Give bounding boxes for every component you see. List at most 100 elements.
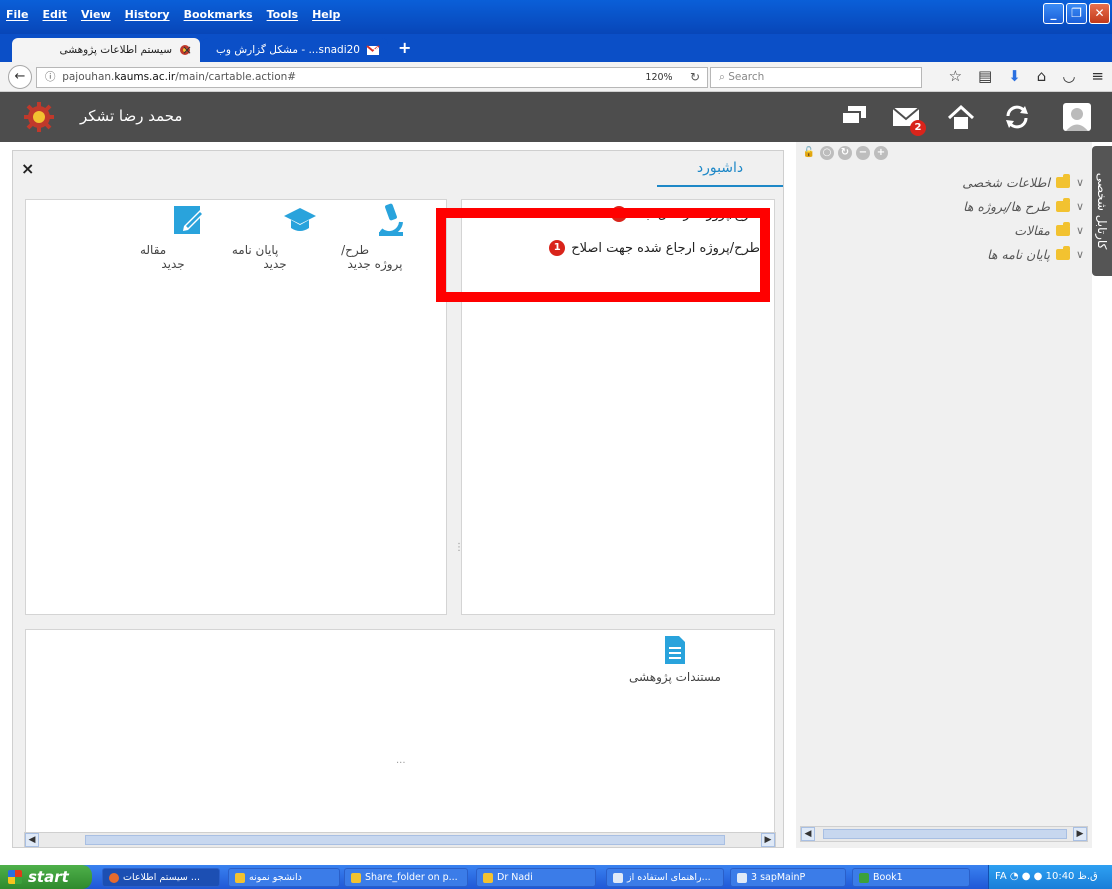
new-project-action[interactable]: طرح/پروژه جدید xyxy=(330,202,420,271)
home-icon[interactable]: ⌂ xyxy=(1037,67,1047,85)
close-tab-icon[interactable]: × xyxy=(182,43,192,57)
sidebar-item-articles[interactable]: ∨ مقالات xyxy=(962,218,1084,242)
graduation-cap-icon xyxy=(284,208,317,231)
minimize-button[interactable]: _ xyxy=(1043,3,1064,24)
word-icon xyxy=(613,872,623,883)
maximize-button[interactable]: ❐ xyxy=(1066,3,1087,24)
folder-icon xyxy=(235,872,245,883)
system-tray: FA ◔ ● ● 10:40 ق.ظ xyxy=(988,865,1112,889)
reading-list-icon[interactable]: ▤ xyxy=(978,67,992,85)
chevron-down-icon[interactable]: ∨ xyxy=(1076,224,1084,237)
folder-icon xyxy=(1055,245,1070,260)
downloads-icon[interactable]: ⬇ xyxy=(1008,67,1021,85)
menu-file[interactable]: File xyxy=(6,8,29,21)
research-documents-link[interactable]: مستندات پژوهشی xyxy=(620,636,730,684)
chevron-down-icon[interactable]: ∨ xyxy=(1076,176,1084,189)
window-group-icon xyxy=(737,872,747,883)
tab-personal-cartable[interactable]: کارتابل شخصی xyxy=(1092,146,1112,276)
expand-icon[interactable]: + xyxy=(874,146,888,160)
scroll-right-icon[interactable]: ▶ xyxy=(761,833,775,847)
sidebar-item-personal-info[interactable]: ∨ اطلاعات شخصی xyxy=(962,170,1084,194)
sidebar-item-projects[interactable]: ∨ طرح ها/پروژه ها xyxy=(962,194,1084,218)
dashboard-hscrollbar[interactable]: ◀ ▶ xyxy=(24,832,776,848)
sidebar-tree: ∨ اطلاعات شخصی ∨ طرح ها/پروژه ها ∨ مقالا… xyxy=(962,170,1084,266)
taskbar-item-student[interactable]: دانشجو نمونه xyxy=(228,868,340,887)
bookmark-star-icon[interactable]: ☆ xyxy=(949,67,962,85)
microscope-icon xyxy=(378,203,403,236)
menu-bookmarks[interactable]: Bookmarks xyxy=(184,8,253,21)
toolbar-icons: ☆ ▤ ⬇ ⌂ ◡ ≡ xyxy=(949,67,1104,85)
scroll-thumb[interactable] xyxy=(85,835,725,845)
vertical-resize-handle[interactable]: ⋮ xyxy=(454,542,464,553)
new-thesis-action[interactable]: پایان نامه جدید xyxy=(230,202,320,271)
url-bar[interactable]: ⓘ pajouhan.kaums.ac.ir/main/cartable.act… xyxy=(36,67,708,88)
close-panel-button[interactable]: × xyxy=(21,159,34,178)
scroll-right-icon[interactable]: ▶ xyxy=(1073,827,1087,841)
side-tab-label: کارتابل شخصی xyxy=(1095,172,1109,250)
tab-gmail[interactable]: snadi20... - مشکل گزارش وب × xyxy=(202,38,388,62)
close-window-button[interactable]: ✕ xyxy=(1089,3,1110,24)
taskbar-item-guide[interactable]: راهنمای استفاده از... xyxy=(606,868,724,887)
home-icon[interactable] xyxy=(944,102,978,132)
back-button[interactable]: ← xyxy=(8,65,32,89)
pocket-icon[interactable]: ◡ xyxy=(1062,67,1075,85)
taskbar-item-research-system[interactable]: سیستم اطلاعات ... xyxy=(102,868,220,887)
close-tab-icon[interactable]: × xyxy=(370,43,380,57)
sidebar-hscrollbar[interactable]: ◀ ▶ xyxy=(800,826,1088,842)
firefox-icon xyxy=(109,872,119,883)
menu-view[interactable]: View xyxy=(81,8,111,21)
horizontal-resize-handle[interactable]: ··· xyxy=(396,758,406,769)
refresh-icon[interactable] xyxy=(1000,102,1034,132)
taskbar-item-label: Share_folder on p... xyxy=(365,872,458,883)
browser-navbar: ← ⓘ pajouhan.kaums.ac.ir/main/cartable.a… xyxy=(0,62,1112,92)
menu-edit[interactable]: Edit xyxy=(43,8,67,21)
taskbar-item-book1[interactable]: Book1 xyxy=(852,868,970,887)
sidebar-item-label: طرح ها/پروژه ها xyxy=(963,198,1050,214)
new-article-action[interactable]: مقاله جدید xyxy=(128,202,218,271)
chevron-down-icon[interactable]: ∨ xyxy=(1076,200,1084,213)
scroll-left-icon[interactable]: ◀ xyxy=(801,827,815,841)
scroll-left-icon[interactable]: ◀ xyxy=(25,833,39,847)
refresh-small-icon[interactable]: ↻ xyxy=(838,146,852,160)
info-icon: ⓘ xyxy=(45,71,63,83)
search-input[interactable]: ⌕ Search xyxy=(710,67,922,88)
taskbar-item-dr-nadi[interactable]: Dr Nadi xyxy=(476,868,596,887)
folder-icon xyxy=(483,872,493,883)
taskbar-item-share-folder[interactable]: Share_folder on p... xyxy=(344,868,468,887)
circle-icon[interactable]: ○ xyxy=(820,146,834,160)
sidebar-item-label: پایان نامه ها xyxy=(987,246,1050,262)
taskbar-item-label: Dr Nadi xyxy=(497,872,533,883)
new-article-label: مقاله جدید xyxy=(139,243,185,271)
sidebar-item-theses[interactable]: ∨ پایان نامه ها xyxy=(962,242,1084,266)
start-button[interactable]: start xyxy=(0,865,92,889)
messages-icon[interactable] xyxy=(838,102,872,132)
browser-tabbar: سیستم اطلاعات پژوهشی × snadi20... - مشکل… xyxy=(0,34,1112,62)
menu-history[interactable]: History xyxy=(125,8,170,21)
sidebar: 🔓 ○ ↻ − + ∨ اطلاعات شخصی ∨ طرح ها/پروژه … xyxy=(796,142,1092,848)
tray-icons[interactable]: ◔ ● ● xyxy=(1010,871,1046,882)
scroll-thumb[interactable] xyxy=(823,829,1067,839)
clock: 10:40 ق.ظ xyxy=(1045,871,1098,882)
language-indicator[interactable]: FA xyxy=(995,871,1007,882)
url-path: /main/cartable.action# xyxy=(175,71,297,83)
tab-research-system[interactable]: سیستم اطلاعات پژوهشی × xyxy=(12,38,200,62)
taskbar-item-sapmainp[interactable]: 3 sapMainP xyxy=(730,868,846,887)
reload-icon[interactable]: ↻ xyxy=(690,70,700,84)
research-documents-label: مستندات پژوهشی xyxy=(629,670,721,684)
new-project-label: طرح/پروژه جدید xyxy=(341,243,403,271)
menu-tools[interactable]: Tools xyxy=(267,8,298,21)
new-tab-button[interactable]: + xyxy=(398,38,411,57)
unlock-icon[interactable]: 🔓 xyxy=(802,146,816,160)
gear-logo-icon xyxy=(24,102,54,132)
hamburger-menu-icon[interactable]: ≡ xyxy=(1091,67,1104,85)
taskbar-item-label: سیستم اطلاعات ... xyxy=(123,872,200,883)
menu-help[interactable]: Help xyxy=(312,8,340,21)
menu-items: File Edit View History Bookmarks Tools H… xyxy=(6,8,340,21)
collapse-icon[interactable]: − xyxy=(856,146,870,160)
search-placeholder: Search xyxy=(728,71,765,83)
zoom-indicator[interactable]: 120% xyxy=(640,71,678,84)
chevron-down-icon[interactable]: ∨ xyxy=(1076,248,1084,261)
window-controls: _ ❐ ✕ xyxy=(1043,3,1110,24)
tab-dashboard[interactable]: داشبورد xyxy=(657,151,783,187)
avatar[interactable] xyxy=(1062,102,1092,132)
